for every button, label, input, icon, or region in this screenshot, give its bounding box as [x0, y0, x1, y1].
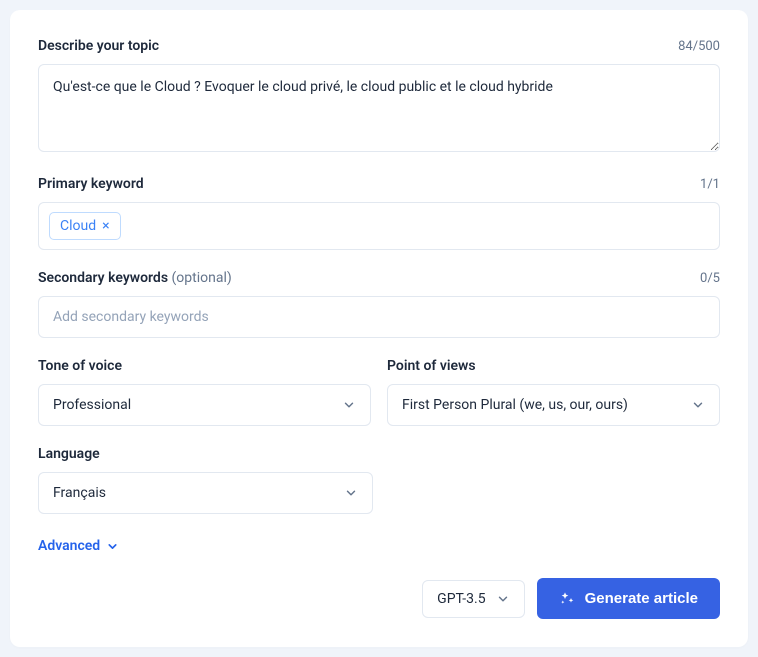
chevron-down-icon — [496, 592, 510, 606]
language-label: Language — [38, 446, 100, 462]
tone-field: Tone of voice Professional — [38, 358, 371, 426]
advanced-toggle[interactable]: Advanced — [38, 538, 119, 554]
topic-counter: 84/500 — [678, 39, 720, 54]
tone-value: Professional — [53, 397, 131, 413]
topic-field: Describe your topic 84/500 — [38, 38, 720, 156]
topic-header: Describe your topic 84/500 — [38, 38, 720, 54]
language-select[interactable]: Français — [38, 472, 373, 514]
close-icon[interactable]: × — [102, 219, 109, 233]
topic-textarea[interactable] — [38, 64, 720, 152]
tone-select[interactable]: Professional — [38, 384, 371, 426]
language-value: Français — [53, 485, 106, 501]
secondary-keywords-input[interactable] — [38, 296, 720, 338]
topic-label: Describe your topic — [38, 38, 159, 54]
chevron-down-icon — [106, 540, 119, 553]
secondary-keywords-counter: 0/5 — [700, 271, 720, 286]
language-field: Language Français — [38, 446, 720, 514]
tone-pov-row: Tone of voice Professional Point of view… — [38, 358, 720, 446]
primary-keyword-header: Primary keyword 1/1 — [38, 176, 720, 192]
language-header: Language — [38, 446, 720, 462]
secondary-keywords-header: Secondary keywords (optional) 0/5 — [38, 270, 720, 286]
keyword-tag: Cloud × — [49, 212, 121, 240]
primary-keyword-field: Primary keyword 1/1 Cloud × — [38, 176, 720, 250]
chevron-down-icon — [691, 398, 705, 412]
model-value: GPT-3.5 — [437, 591, 485, 607]
pov-label: Point of views — [387, 358, 476, 374]
secondary-keywords-label: Secondary keywords (optional) — [38, 270, 232, 286]
tone-header: Tone of voice — [38, 358, 371, 374]
chevron-down-icon — [342, 398, 356, 412]
tone-label: Tone of voice — [38, 358, 122, 374]
magic-wand-icon — [559, 591, 575, 607]
generate-button-label: Generate article — [585, 590, 698, 607]
form-footer: GPT-3.5 Generate article — [38, 578, 720, 619]
pov-header: Point of views — [387, 358, 720, 374]
pov-field: Point of views First Person Plural (we, … — [387, 358, 720, 426]
generate-button[interactable]: Generate article — [537, 578, 720, 619]
advanced-label: Advanced — [38, 538, 100, 554]
secondary-keywords-field: Secondary keywords (optional) 0/5 — [38, 270, 720, 338]
primary-keyword-counter: 1/1 — [700, 177, 720, 192]
primary-keyword-input[interactable]: Cloud × — [38, 202, 720, 250]
pov-select[interactable]: First Person Plural (we, us, our, ours) — [387, 384, 720, 426]
form-card: Describe your topic 84/500 Primary keywo… — [10, 10, 748, 647]
primary-keyword-label: Primary keyword — [38, 176, 144, 192]
chevron-down-icon — [344, 486, 358, 500]
model-select[interactable]: GPT-3.5 — [422, 580, 524, 618]
pov-value: First Person Plural (we, us, our, ours) — [402, 397, 628, 413]
keyword-tag-text: Cloud — [60, 218, 96, 234]
